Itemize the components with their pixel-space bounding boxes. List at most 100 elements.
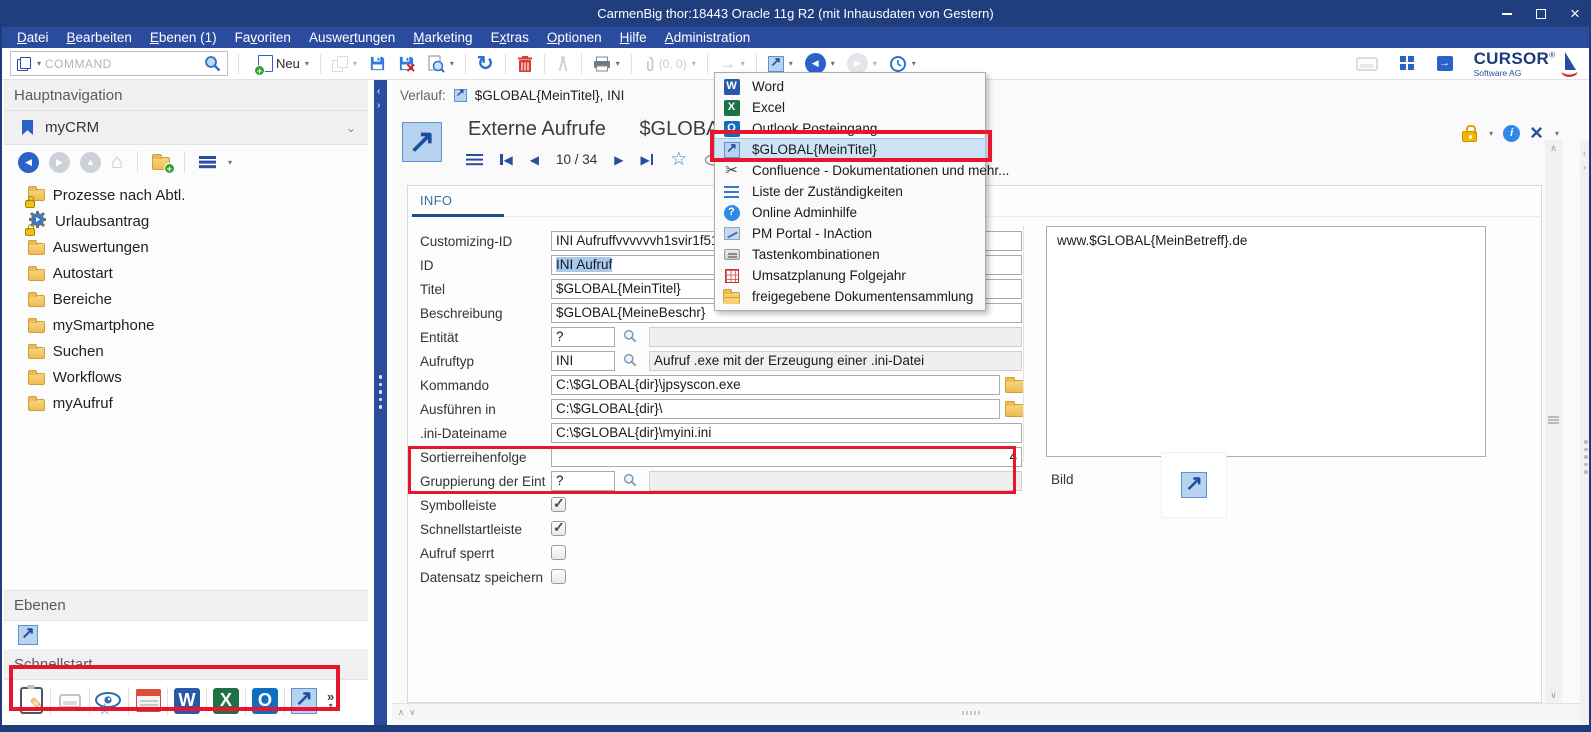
new-folder-button[interactable]: +	[152, 154, 170, 170]
scroll-arrows[interactable]: ∧∨	[398, 707, 420, 718]
attachments-button[interactable]: (0, 0)▾	[638, 53, 701, 75]
tree-item-myaufruf[interactable]: myAufruf	[4, 390, 368, 416]
menu-ebenen-1[interactable]: Ebenen (1)	[141, 30, 226, 45]
chevron-down-icon[interactable]: ▾	[831, 59, 835, 68]
first-record-button[interactable]: ◀	[500, 153, 513, 167]
copy-button[interactable]: ▾	[327, 54, 362, 74]
home-button[interactable]: ⌂	[111, 152, 123, 172]
scrollbar-grip[interactable]	[1548, 416, 1559, 418]
quickstart-outlook-button[interactable]	[248, 688, 282, 714]
chevron-down-icon[interactable]: ▾	[616, 59, 620, 68]
lookup-search-icon[interactable]	[623, 329, 637, 343]
tree-item-mysmartphone[interactable]: mySmartphone	[4, 312, 368, 338]
browse-folder-button[interactable]	[1005, 400, 1024, 417]
maximize-button[interactable]	[1533, 6, 1549, 22]
menu-item-outlook-posteingang[interactable]: Outlook Posteingang	[715, 118, 985, 139]
menu-item-liste-der-zust-ndigkeiten[interactable]: Liste der Zuständigkeiten	[715, 181, 985, 202]
chevron-down-icon[interactable]: ▾	[873, 59, 877, 68]
chevron-down-icon[interactable]: ▾	[692, 59, 696, 68]
checkbox[interactable]	[551, 521, 566, 536]
sidebar-splitter[interactable]: ‹ ›	[368, 80, 392, 726]
chevron-down-icon[interactable]: ▾	[353, 59, 357, 68]
last-record-button[interactable]: ▶	[641, 153, 654, 167]
search-icon[interactable]	[204, 55, 221, 72]
field-input[interactable]: C:\$GLOBAL{dir}\jpsyscon.exe	[551, 375, 1000, 395]
lock-button[interactable]	[1462, 124, 1477, 142]
chevron-down-icon[interactable]: ▾	[741, 59, 745, 68]
menu-auswertungen[interactable]: Auswertungen	[300, 30, 404, 45]
lookup-search-icon[interactable]	[623, 473, 637, 487]
command-box[interactable]: ▾	[10, 51, 228, 76]
tree-menu-button[interactable]	[199, 156, 216, 168]
right-panel-splitter[interactable]: ‹ ›	[1580, 140, 1591, 726]
quickstart-clipboard-edit-button[interactable]: ✎	[14, 687, 48, 714]
tree-item-prozesse-nach-abtl[interactable]: Prozesse nach Abtl.	[4, 182, 368, 208]
tree-item-bereiche[interactable]: Bereiche	[4, 286, 368, 312]
print-button[interactable]: ▾	[588, 54, 625, 74]
tree-item-autostart[interactable]: Autostart	[4, 260, 368, 286]
collapse-left-icon[interactable]: ‹	[377, 86, 380, 97]
splitter-grip[interactable]	[1584, 440, 1588, 478]
chevron-down-icon[interactable]: ▾	[37, 59, 41, 68]
menu-item-tastenkombinationen[interactable]: Tastenkombinationen	[715, 244, 985, 265]
menu-hilfe[interactable]: Hilfe	[611, 30, 656, 45]
record-menu-button[interactable]	[466, 154, 483, 166]
checkbox[interactable]	[551, 569, 566, 584]
horizontal-grip[interactable]	[962, 711, 964, 715]
field-input[interactable]: 4	[551, 447, 1022, 467]
minimize-button[interactable]	[1499, 6, 1515, 22]
lookup-code-input[interactable]: ?	[551, 471, 615, 491]
ebenen-item[interactable]: ↗	[4, 621, 368, 649]
menu-item-pm-portal-inaction[interactable]: PM Portal - InAction	[715, 223, 985, 244]
lookup-search-icon[interactable]	[623, 353, 637, 367]
menu-extras[interactable]: Extras	[482, 30, 538, 45]
save-delete-button[interactable]	[393, 53, 420, 74]
scroll-up-icon[interactable]: ∧	[1545, 140, 1562, 156]
bild-image[interactable]: ↗	[1161, 452, 1227, 518]
menu-optionen[interactable]: Optionen	[538, 30, 611, 45]
quickstart-calendar-button[interactable]	[131, 689, 165, 712]
lookup-code-input[interactable]: INI	[551, 351, 615, 371]
field-input[interactable]: C:\$GLOBAL{dir}\	[551, 399, 1000, 419]
refresh-button[interactable]: ↻	[472, 52, 499, 76]
chevron-down-icon[interactable]: ▾	[305, 59, 309, 68]
previous-record-button[interactable]: ◀	[530, 153, 539, 167]
menu-datei[interactable]: Datei	[8, 30, 58, 45]
tree-item-workflows[interactable]: Workflows	[4, 364, 368, 390]
tree-item-urlaubsantrag[interactable]: Urlaubsantrag	[4, 208, 368, 234]
command-input[interactable]	[45, 57, 200, 71]
splitter-grip[interactable]	[379, 375, 383, 413]
tree-item-suchen[interactable]: Suchen	[4, 338, 368, 364]
favorite-star-button[interactable]: ☆	[670, 150, 687, 169]
delete-button[interactable]	[512, 53, 538, 75]
logout-button[interactable]	[1432, 54, 1458, 73]
menu-administration[interactable]: Administration	[656, 30, 760, 45]
tiles-button[interactable]	[1395, 54, 1420, 73]
next-record-button[interactable]: ▶	[614, 153, 623, 167]
menu-bearbeiten[interactable]: Bearbeiten	[58, 30, 141, 45]
quickstart-overflow-button[interactable]: »▾	[327, 692, 334, 709]
lookup-code-input[interactable]: ?	[551, 327, 615, 347]
collapse-left-icon[interactable]: ‹	[1583, 148, 1586, 158]
menu-item-global-meintitel[interactable]: ↗$GLOBAL{MeinTitel}	[715, 139, 985, 160]
chevron-down-icon[interactable]: ▾	[450, 59, 454, 68]
menu-item-confluence-dokumentationen-und-mehr[interactable]: ✂Confluence - Dokumentationen und mehr..…	[715, 160, 985, 181]
url-textarea[interactable]: www.$GLOBAL{MeinBetreff}.de	[1046, 226, 1486, 457]
info-button[interactable]: i	[1503, 125, 1520, 142]
scroll-down-icon[interactable]: ∨	[1545, 687, 1562, 703]
chevron-down-icon[interactable]: ▾	[789, 59, 793, 68]
quickstart-tray-button[interactable]	[53, 694, 87, 708]
back-button[interactable]: ◀	[18, 152, 39, 173]
forward-button[interactable]: ▶	[49, 152, 70, 173]
field-input[interactable]: C:\$GLOBAL{dir}\myini.ini	[551, 423, 1022, 443]
checkbox[interactable]	[551, 545, 566, 560]
chevron-down-icon[interactable]: ▾	[1555, 129, 1559, 138]
menu-marketing[interactable]: Marketing	[404, 30, 481, 45]
expand-right-icon[interactable]: ›	[1583, 162, 1586, 172]
search-record-button[interactable]: ▾	[422, 53, 459, 75]
expand-right-icon[interactable]: ›	[377, 100, 380, 111]
menu-favoriten[interactable]: Favoriten	[226, 30, 300, 45]
menu-item-freigegebene-dokumentensammlung[interactable]: freigegebene Dokumentensammlung	[715, 286, 985, 307]
menu-item-umsatzplanung-folgejahr[interactable]: Umsatzplanung Folgejahr	[715, 265, 985, 286]
menu-item-excel[interactable]: Excel	[715, 97, 985, 118]
